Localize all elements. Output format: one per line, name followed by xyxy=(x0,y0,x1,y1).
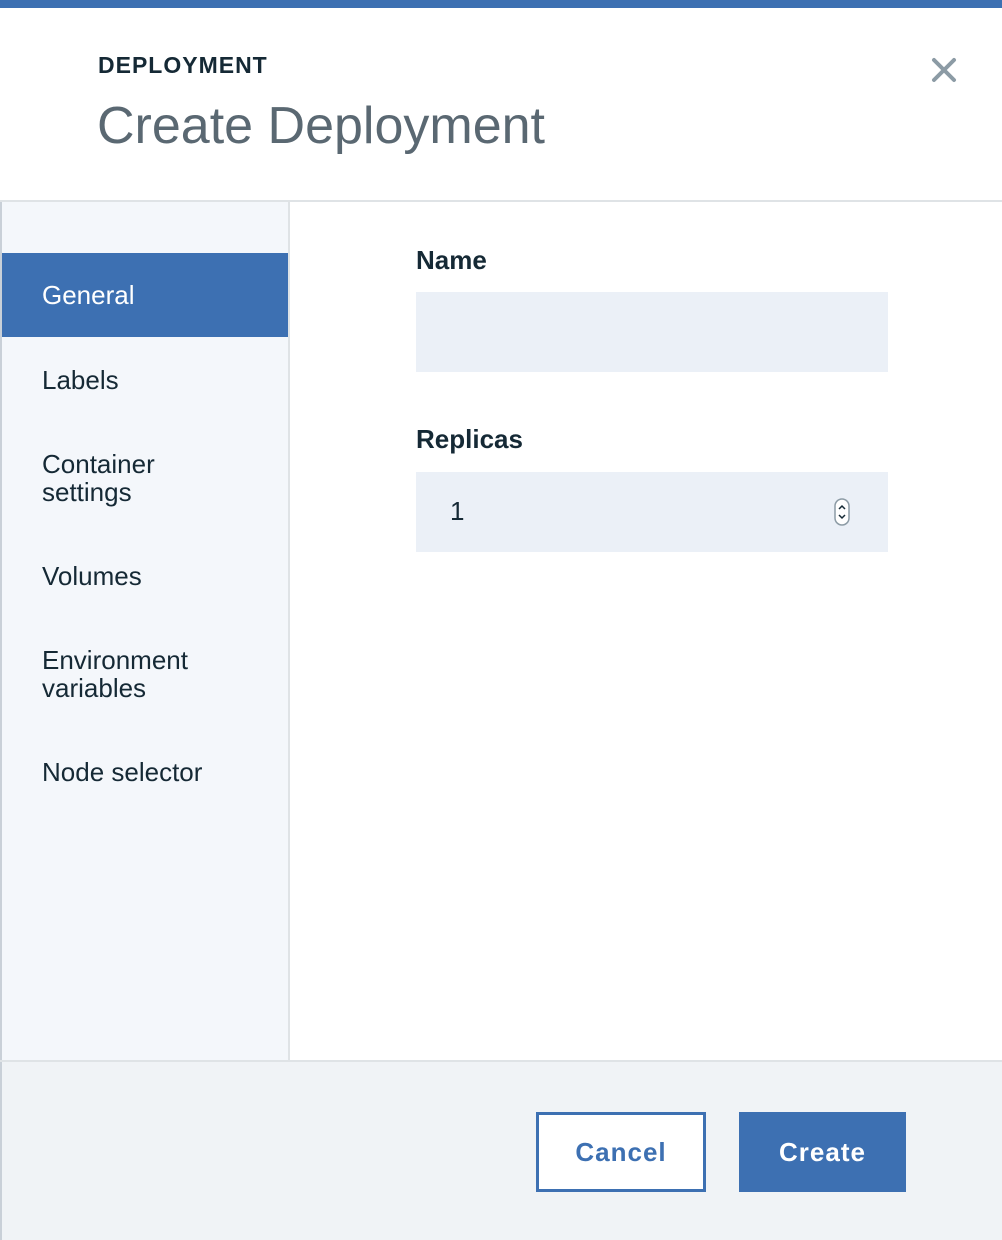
replicas-input[interactable]: 1 xyxy=(416,472,888,552)
dialog-label: DEPLOYMENT xyxy=(98,52,268,78)
sidebar-item-container-settings[interactable]: Container settings xyxy=(2,450,222,506)
sidebar-item-node-selector[interactable]: Node selector xyxy=(2,758,288,786)
create-deployment-dialog: DEPLOYMENT Create Deployment General Lab… xyxy=(0,0,1002,1240)
sidebar-item-label: Volumes xyxy=(42,561,142,591)
name-input[interactable] xyxy=(416,292,888,372)
name-label: Name xyxy=(416,245,487,275)
sidebar-item-label: Labels xyxy=(42,365,119,395)
sidebar-item-label: Container settings xyxy=(42,449,155,507)
sidebar-item-environment-variables[interactable]: Environment variables xyxy=(2,646,222,702)
sidebar-nav: General Labels Container settings Volume… xyxy=(2,202,288,1060)
sidebar-item-labels[interactable]: Labels xyxy=(2,366,288,394)
replicas-value: 1 xyxy=(450,496,465,526)
cancel-button[interactable]: Cancel xyxy=(536,1112,706,1192)
close-icon xyxy=(932,58,956,82)
close-button[interactable] xyxy=(924,50,964,90)
sidebar-item-label: General xyxy=(42,280,135,310)
spinner-icon xyxy=(834,498,850,526)
sidebar-item-label: Environment variables xyxy=(42,645,188,703)
sidebar-item-general[interactable]: General xyxy=(2,253,288,337)
accent-bar xyxy=(0,0,1002,8)
dialog-title: Create Deployment xyxy=(97,97,545,155)
create-button[interactable]: Create xyxy=(739,1112,906,1192)
sidebar-item-label: Node selector xyxy=(42,757,203,787)
general-form: Name Replicas 1 xyxy=(290,202,1002,1060)
dialog-footer: Cancel Create xyxy=(2,1062,1002,1240)
replicas-stepper[interactable] xyxy=(834,498,850,526)
sidebar-item-volumes[interactable]: Volumes xyxy=(2,562,288,590)
dialog-header: DEPLOYMENT Create Deployment xyxy=(0,8,1002,200)
replicas-label: Replicas xyxy=(416,424,523,454)
